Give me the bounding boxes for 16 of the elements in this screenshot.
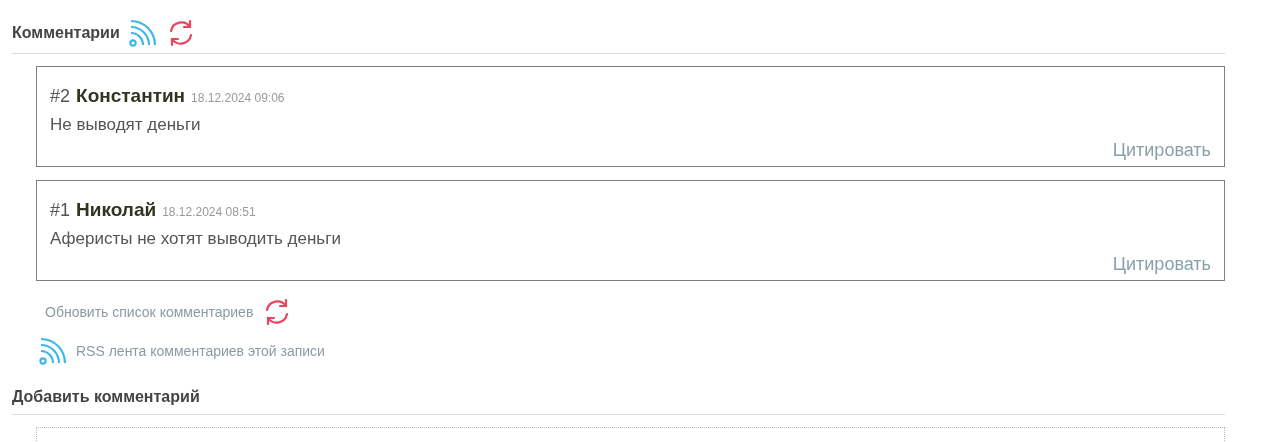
- rss-link[interactable]: RSS лента комментариев этой записи: [76, 340, 325, 362]
- refresh-link[interactable]: Обновить список комментариев: [45, 301, 254, 323]
- comment-author: Николай: [76, 198, 157, 222]
- quote-link[interactable]: Цитировать: [1112, 137, 1211, 164]
- quote-link[interactable]: Цитировать: [1112, 251, 1211, 278]
- comment-text: Аферисты не хотят выводить деньги: [50, 227, 342, 250]
- rss-icon[interactable]: [127, 18, 158, 48]
- comment-number: #2: [50, 85, 71, 108]
- comment-author: Константин: [76, 84, 186, 108]
- comment-date: 18.12.2024 09:06: [191, 90, 285, 107]
- comment-text: Не выводят деньги: [50, 113, 202, 136]
- comment-number: #1: [50, 199, 71, 222]
- section-title: Добавить комментарий: [12, 388, 200, 405]
- section-title: Комментарии: [12, 23, 120, 43]
- comment-date: 18.12.2024 08:51: [162, 204, 256, 221]
- rss-icon[interactable]: [38, 336, 68, 366]
